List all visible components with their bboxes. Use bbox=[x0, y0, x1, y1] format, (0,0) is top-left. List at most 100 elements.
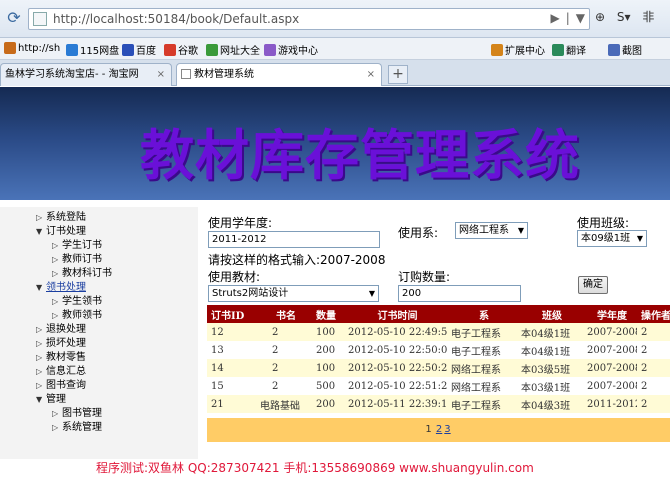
bookmark-icon bbox=[4, 42, 16, 54]
year-hint: 请按这样的格式输入:2007-2008 bbox=[208, 253, 386, 267]
chevron-down-icon: ▼ bbox=[636, 234, 643, 243]
triangle-right-icon: ▷ bbox=[36, 367, 43, 376]
url-dropdown-icon[interactable]: ▶ bbox=[550, 11, 559, 25]
triangle-down-icon: ▼ bbox=[36, 227, 43, 236]
page-icon bbox=[181, 69, 191, 79]
table-row[interactable]: 12 2 100 2012-05-10 22:49:58 电子工程系 本04级1… bbox=[207, 323, 670, 341]
triangle-right-icon: ▷ bbox=[52, 241, 59, 250]
url-box[interactable]: http://localhost:50184/book/Default.aspx… bbox=[28, 8, 590, 30]
table-cell: 电子工程系 bbox=[447, 341, 517, 359]
table-cell: 13 bbox=[207, 341, 256, 359]
table-cell: 100 bbox=[312, 323, 344, 341]
bookmarks-bar: http://sh 115网盘 百度 谷歌 网址大全 游戏中心 扩展中心 翻译 … bbox=[0, 38, 670, 60]
column-header[interactable]: 订书时间 bbox=[344, 305, 447, 323]
sidebar-item-summary[interactable]: ▷ 信息汇总 bbox=[0, 365, 198, 379]
sidebar-item-teacher-order[interactable]: ▷ 教师订书 bbox=[0, 253, 198, 267]
sidebar-item-student-order[interactable]: ▷ 学生订书 bbox=[0, 239, 198, 253]
chevron-down-icon: ▼ bbox=[368, 289, 375, 298]
qty-input[interactable]: 200 bbox=[398, 285, 521, 302]
table-cell: 2012-05-10 22:49:58 bbox=[344, 323, 447, 341]
table-cell: 本04级1班 bbox=[517, 341, 583, 359]
bookmark-115[interactable]: 115网盘 bbox=[66, 42, 119, 57]
sidebar-item-order[interactable]: ▼ 订书处理 bbox=[0, 225, 198, 239]
banner-title: 教材库存管理系统 bbox=[140, 124, 580, 187]
bookmark-sh[interactable]: http://sh bbox=[4, 42, 60, 54]
table-cell: 15 bbox=[207, 377, 256, 395]
book-label: 使用教材: bbox=[208, 270, 261, 284]
url-input[interactable]: http://localhost:50184/book/Default.aspx bbox=[53, 12, 299, 26]
confirm-button[interactable]: 确定 bbox=[578, 276, 608, 294]
search-engine-icon[interactable]: S▾ bbox=[617, 10, 631, 24]
column-header[interactable]: 班级 bbox=[517, 305, 583, 323]
table-cell: 21 bbox=[207, 395, 256, 413]
table-cell: 本04级3班 bbox=[517, 395, 583, 413]
sidebar-item-damage[interactable]: ▷ 损坏处理 bbox=[0, 337, 198, 351]
bookmark-games[interactable]: 游戏中心 bbox=[264, 42, 318, 57]
table-cell: 2007-2008 bbox=[583, 323, 637, 341]
close-icon[interactable]: × bbox=[367, 64, 375, 85]
triangle-right-icon: ▷ bbox=[52, 269, 59, 278]
new-tab-button[interactable]: + bbox=[388, 65, 408, 84]
page-link[interactable]: 2 bbox=[436, 424, 442, 435]
sidebar-item-system-admin[interactable]: ▷ 系统管理 bbox=[0, 421, 198, 435]
extension-center[interactable]: 扩展中心 bbox=[491, 42, 545, 57]
sidebar-item-dept-order[interactable]: ▷ 教材科订书 bbox=[0, 267, 198, 281]
sidebar-item-book-query[interactable]: ▷ 图书查询 bbox=[0, 379, 198, 393]
table-cell: 2011-2012 bbox=[583, 395, 637, 413]
bookmark-google[interactable]: 谷歌 bbox=[164, 42, 198, 57]
column-header[interactable]: 数量 bbox=[312, 305, 344, 323]
sidebar-item-student-receive[interactable]: ▷ 学生领书 bbox=[0, 295, 198, 309]
column-header[interactable]: 书名 bbox=[256, 305, 312, 323]
table-cell: 2007-2008 bbox=[583, 377, 637, 395]
class-select[interactable]: 本09级1班 ▼ bbox=[577, 230, 647, 247]
close-icon[interactable]: × bbox=[157, 64, 165, 85]
table-cell: 2 bbox=[637, 341, 670, 359]
page-link[interactable]: 3 bbox=[444, 424, 450, 435]
year-input[interactable]: 2011-2012 bbox=[208, 231, 380, 248]
right-text: 非 bbox=[642, 10, 655, 24]
column-header[interactable]: 订书ID bbox=[207, 305, 256, 323]
sidebar-item-login[interactable]: ▷ 系统登陆 bbox=[0, 211, 198, 225]
globe-icon bbox=[206, 43, 218, 56]
banner: 教材库存管理系统 bbox=[0, 87, 670, 200]
column-header[interactable]: 系 bbox=[447, 305, 517, 323]
sidebar-item-return[interactable]: ▷ 退换处理 bbox=[0, 323, 198, 337]
class-label: 使用班级: bbox=[577, 216, 630, 230]
tab-taobao[interactable]: 鱼林学习系统淘宝店- - 淘宝网 × bbox=[0, 63, 172, 86]
triangle-right-icon: ▷ bbox=[36, 381, 43, 390]
url-go-icon[interactable]: | bbox=[566, 11, 570, 25]
table-cell: 2 bbox=[637, 377, 670, 395]
table-row[interactable]: 21 电路基础 200 2012-05-11 22:39:16 电子工程系 本0… bbox=[207, 395, 670, 413]
table-row[interactable]: 15 2 500 2012-05-10 22:51:26 网络工程系 本03级1… bbox=[207, 377, 670, 395]
sidebar-item-book-admin[interactable]: ▷ 图书管理 bbox=[0, 407, 198, 421]
table-row[interactable]: 13 2 200 2012-05-10 22:50:08 电子工程系 本04级1… bbox=[207, 341, 670, 359]
sidebar-item-admin[interactable]: ▼ 管理 bbox=[0, 393, 198, 407]
shield-icon[interactable]: ⊕ bbox=[595, 10, 605, 24]
table-cell: 200 bbox=[312, 341, 344, 359]
table-cell: 2 bbox=[256, 323, 312, 341]
column-header[interactable]: 学年度 bbox=[583, 305, 637, 323]
footer-credit: 程序测试:双鱼林 QQ:287307421 手机:13558690869 www… bbox=[96, 461, 534, 475]
table-cell: 12 bbox=[207, 323, 256, 341]
sidebar-item-teacher-receive[interactable]: ▷ 教师领书 bbox=[0, 309, 198, 323]
dept-select[interactable]: 网络工程系 ▼ bbox=[455, 222, 528, 239]
tab-textbook-system[interactable]: 教材管理系统 × bbox=[176, 63, 382, 86]
sidebar-item-receive[interactable]: ▼ 领书处理 bbox=[0, 281, 198, 295]
bookmark-baidu[interactable]: 百度 bbox=[122, 42, 156, 57]
table-cell: 200 bbox=[312, 395, 344, 413]
table-row[interactable]: 14 2 100 2012-05-10 22:50:20 网络工程系 本03级5… bbox=[207, 359, 670, 377]
url-menu-icon[interactable]: ▼ bbox=[576, 11, 585, 25]
game-icon bbox=[264, 43, 276, 56]
translate-button[interactable]: 翻译 bbox=[552, 42, 586, 57]
column-header[interactable]: 操作者 bbox=[637, 305, 670, 323]
triangle-right-icon: ▷ bbox=[52, 297, 59, 306]
bookmark-site-nav[interactable]: 网址大全 bbox=[206, 42, 260, 57]
book-select[interactable]: Struts2网站设计 ▼ bbox=[208, 285, 379, 302]
sidebar-item-retail[interactable]: ▷ 教材零售 bbox=[0, 351, 198, 365]
table-cell: 2007-2008 bbox=[583, 359, 637, 377]
table-cell: 100 bbox=[312, 359, 344, 377]
screenshot-button[interactable]: 截图 bbox=[608, 42, 642, 57]
table-cell: 本03级1班 bbox=[517, 377, 583, 395]
translate-icon bbox=[552, 43, 564, 56]
refresh-icon[interactable]: ⟳ bbox=[4, 8, 24, 28]
